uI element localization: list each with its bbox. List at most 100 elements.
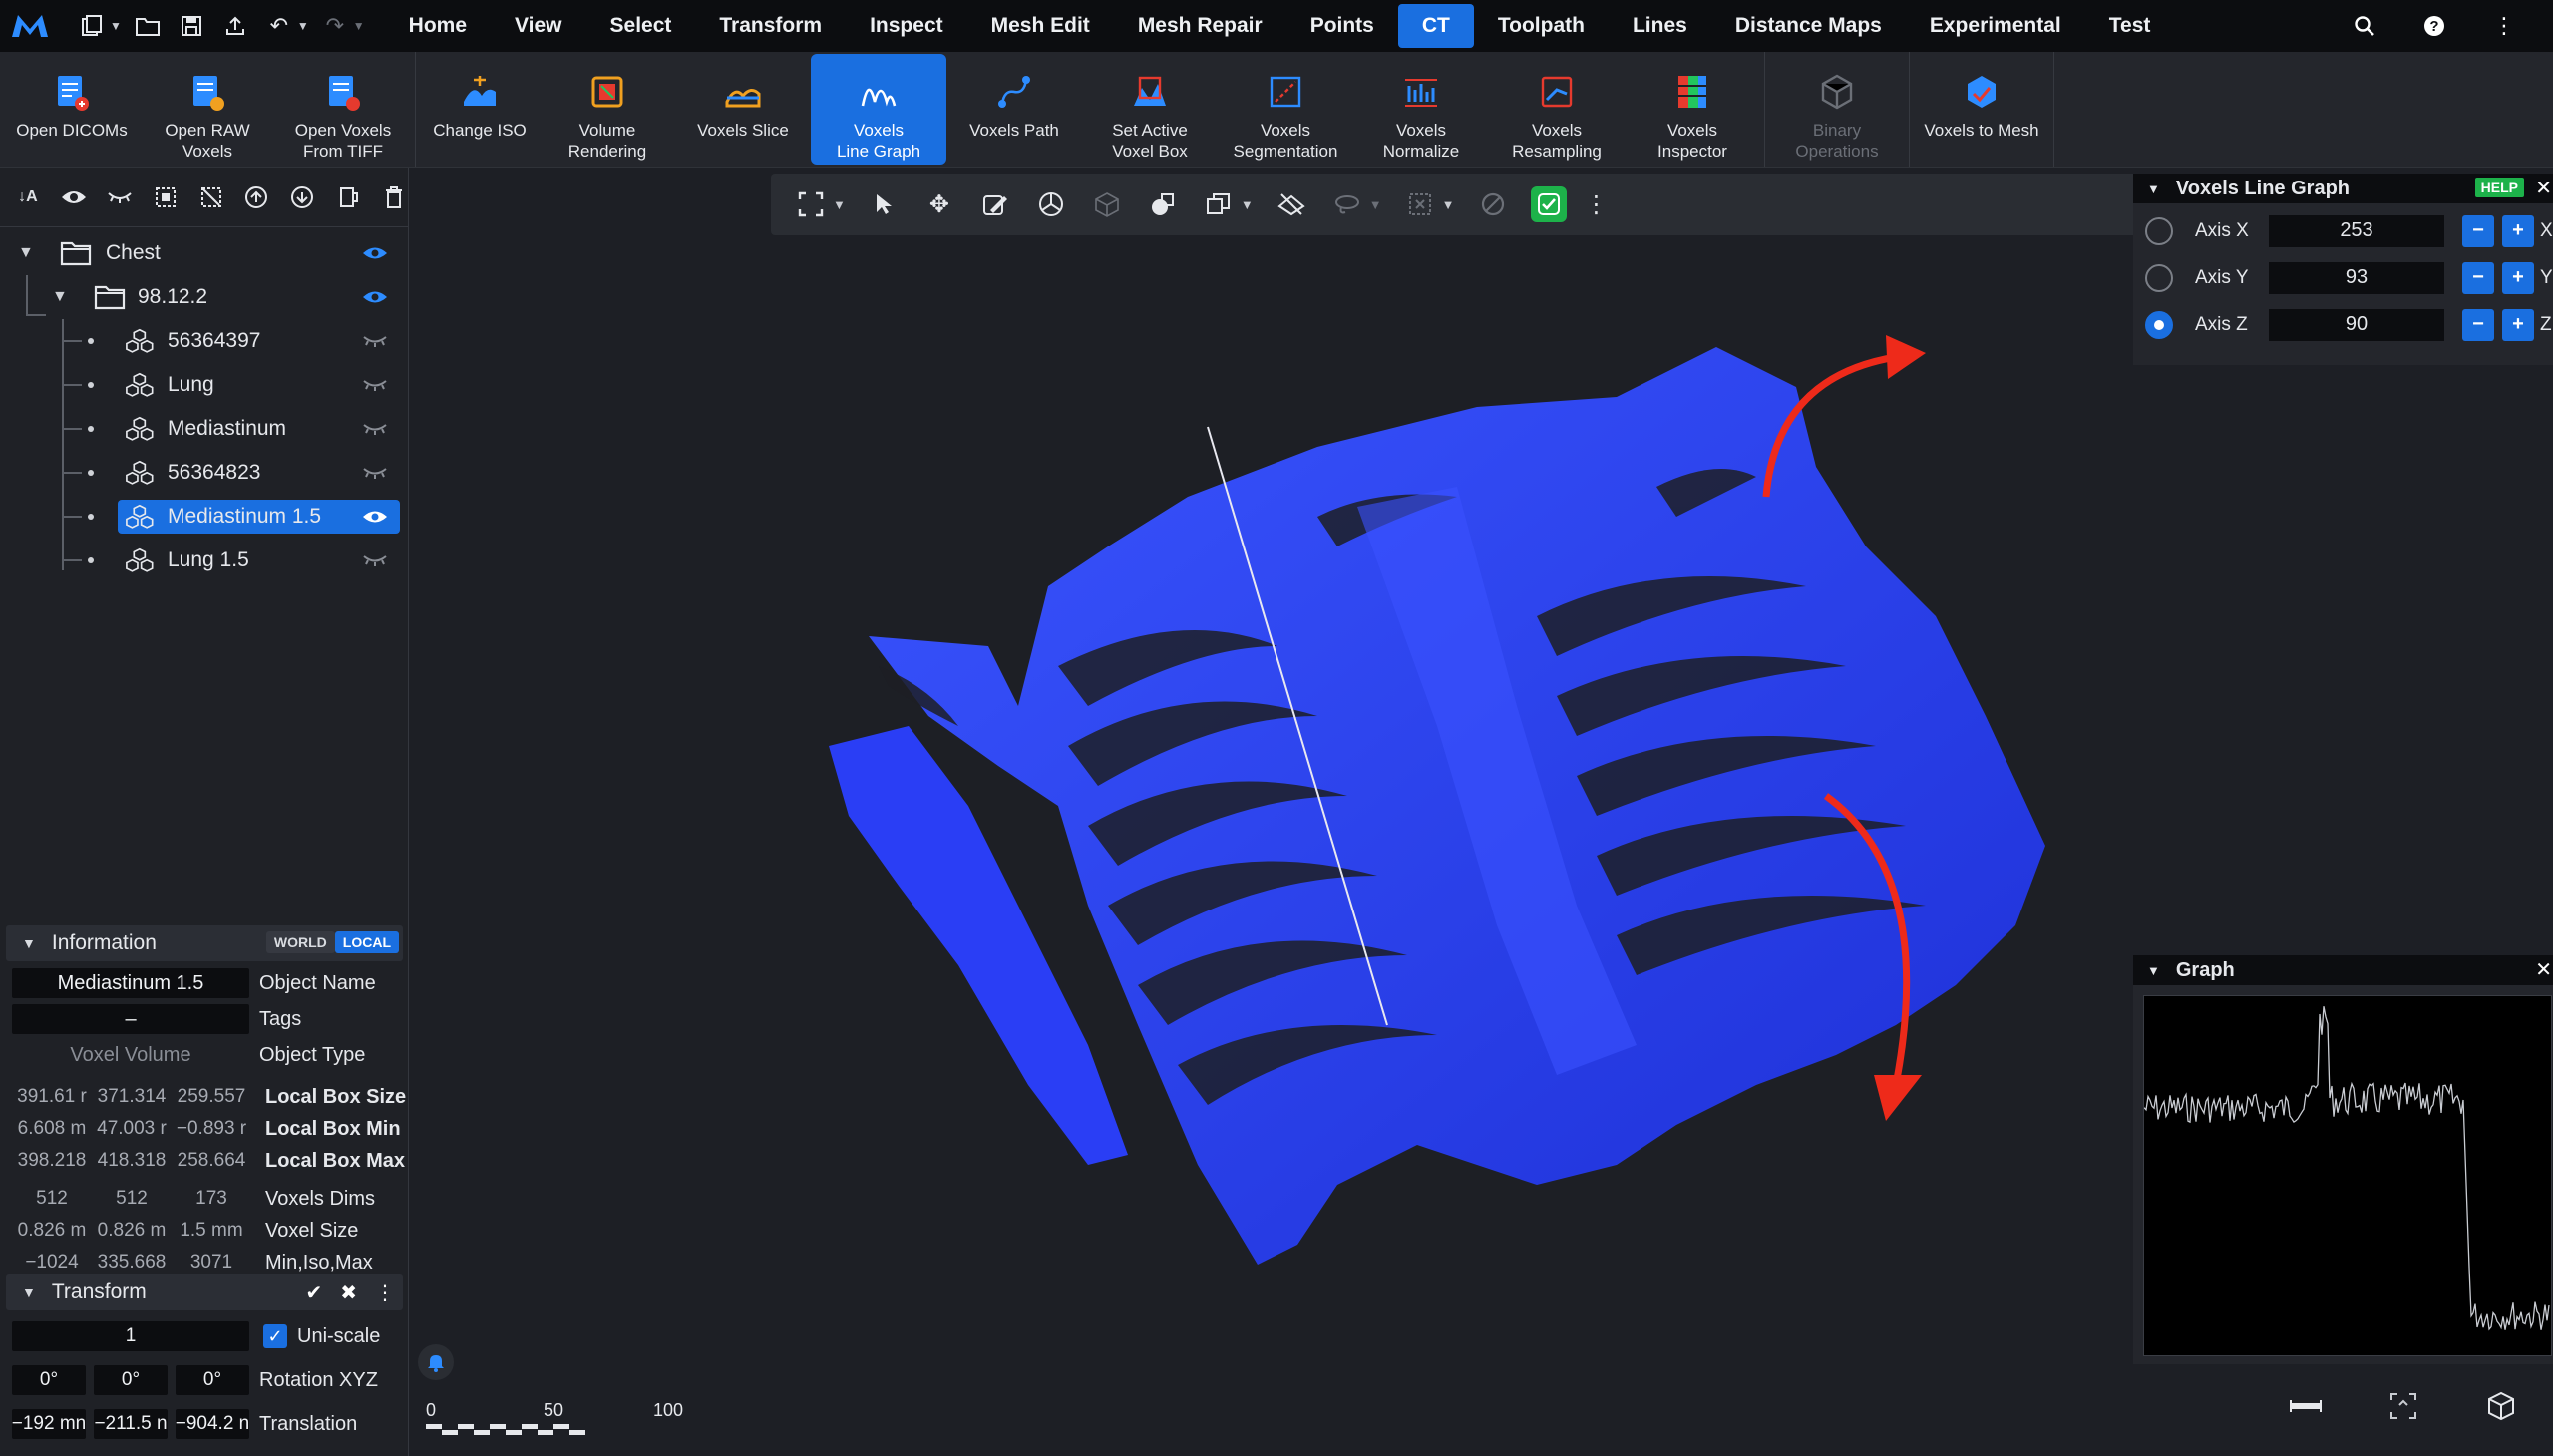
- graph-header[interactable]: ▼ Graph ✕: [2133, 955, 2553, 985]
- tree-item-folder[interactable]: ▼ 98.12.2: [0, 275, 408, 319]
- rotation-z-input[interactable]: 0°: [176, 1365, 249, 1395]
- tree-item[interactable]: Mediastinum 1.5: [0, 495, 408, 539]
- chevron-down-icon[interactable]: ▼: [2147, 182, 2160, 196]
- tab-inspect[interactable]: Inspect: [846, 4, 967, 48]
- object-name-field[interactable]: Mediastinum 1.5: [12, 968, 249, 998]
- decrement-button[interactable]: −: [2462, 308, 2494, 341]
- new-file-icon[interactable]: [74, 8, 110, 44]
- help-button[interactable]: HELP: [2474, 178, 2524, 197]
- tab-test[interactable]: Test: [2085, 4, 2175, 48]
- voxels-line-graph-header[interactable]: ▼ Voxels Line Graph HELP ✕: [2133, 174, 2553, 203]
- lasso-icon[interactable]: [1329, 186, 1365, 222]
- tab-points[interactable]: Points: [1286, 4, 1398, 48]
- translation-z-input[interactable]: −904.2 n: [176, 1409, 249, 1439]
- move-up-icon[interactable]: [242, 182, 270, 212]
- select-cursor-icon[interactable]: [866, 186, 902, 222]
- segmentation-button[interactable]: Voxels Segmentation: [1218, 54, 1353, 165]
- axis-radio[interactable]: [2145, 263, 2173, 292]
- tree-item-chest[interactable]: ▼ Chest: [0, 231, 408, 275]
- deselect-icon[interactable]: [197, 182, 225, 212]
- tab-view[interactable]: View: [491, 4, 585, 48]
- tree-item[interactable]: Lung: [0, 363, 408, 407]
- delete-icon[interactable]: [380, 182, 408, 212]
- search-icon[interactable]: [2350, 11, 2379, 41]
- tab-toolpath[interactable]: Toolpath: [1474, 4, 1609, 48]
- tab-lines[interactable]: Lines: [1609, 4, 1711, 48]
- voxels-to-mesh-button[interactable]: Voxels to Mesh: [1914, 54, 2049, 165]
- hide-icon[interactable]: [106, 182, 134, 212]
- open-folder-icon[interactable]: [130, 8, 166, 44]
- close-icon[interactable]: ✕: [2535, 957, 2552, 982]
- select-all-icon[interactable]: [152, 182, 180, 212]
- open-tiff-button[interactable]: Open Voxels From TIFF: [275, 54, 411, 165]
- show-icon[interactable]: [60, 182, 88, 212]
- rotation-x-input[interactable]: 0°: [12, 1365, 86, 1395]
- tree-item[interactable]: 56364397: [0, 319, 408, 363]
- chevron-down-icon[interactable]: ▼: [1369, 197, 1382, 212]
- open-dicoms-button[interactable]: Open DICOMs: [4, 54, 140, 165]
- notifications-button[interactable]: [418, 1344, 454, 1380]
- translation-y-input[interactable]: −211.5 n: [94, 1409, 168, 1439]
- axis-radio[interactable]: [2145, 310, 2173, 339]
- chevron-down-icon[interactable]: ▼: [1241, 197, 1254, 212]
- decrement-button[interactable]: −: [2462, 214, 2494, 247]
- export-icon[interactable]: [217, 8, 253, 44]
- tree-item[interactable]: 56364823: [0, 451, 408, 495]
- move-down-icon[interactable]: [288, 182, 316, 212]
- view-cube-icon[interactable]: [2483, 1388, 2519, 1424]
- more-icon[interactable]: ⋮: [375, 1280, 395, 1305]
- axis-value-input[interactable]: 90: [2269, 308, 2444, 341]
- open-raw-voxels-button[interactable]: Open RAW Voxels: [140, 54, 275, 165]
- no-entry-icon[interactable]: [1475, 186, 1511, 222]
- inspector-button[interactable]: Voxels Inspector: [1625, 54, 1760, 165]
- chevron-down-icon[interactable]: ▼: [2147, 963, 2160, 978]
- clone-icon[interactable]: [1201, 186, 1237, 222]
- voxels-path-button[interactable]: Voxels Path: [946, 54, 1082, 165]
- tab-mesh-edit[interactable]: Mesh Edit: [967, 4, 1114, 48]
- chevron-down-icon[interactable]: ▼: [1442, 197, 1455, 212]
- measure-icon[interactable]: [2288, 1388, 2324, 1424]
- chevron-down-icon[interactable]: ▼: [110, 19, 122, 33]
- close-icon[interactable]: ✖: [340, 1280, 357, 1305]
- eye-icon[interactable]: [360, 507, 390, 527]
- graph-canvas[interactable]: [2143, 995, 2552, 1356]
- chevron-down-icon[interactable]: ▼: [297, 19, 309, 33]
- accept-icon[interactable]: [1530, 186, 1567, 222]
- more-icon[interactable]: ⋮: [1579, 186, 1615, 222]
- increment-button[interactable]: +: [2502, 261, 2534, 294]
- axis-value-input[interactable]: 253: [2269, 214, 2444, 247]
- voxels-slice-button[interactable]: Voxels Slice: [675, 54, 811, 165]
- fit-selection-icon[interactable]: [2385, 1388, 2421, 1424]
- eye-closed-icon[interactable]: [360, 375, 390, 395]
- shapes-icon[interactable]: [1145, 186, 1181, 222]
- redo-icon[interactable]: ↷: [317, 8, 353, 44]
- line-graph-button[interactable]: Voxels Line Graph: [811, 54, 946, 165]
- help-icon[interactable]: ?: [2419, 11, 2449, 41]
- more-icon[interactable]: ⋮: [2489, 11, 2519, 41]
- increment-button[interactable]: +: [2502, 308, 2534, 341]
- tree-item[interactable]: Lung 1.5: [0, 539, 408, 582]
- chevron-down-icon[interactable]: ▼: [833, 197, 846, 212]
- tab-experimental[interactable]: Experimental: [1906, 4, 2085, 48]
- eye-closed-icon[interactable]: [360, 550, 390, 570]
- box-deselect-icon[interactable]: [1402, 186, 1438, 222]
- undo-icon[interactable]: ↶: [261, 8, 297, 44]
- move-icon[interactable]: ✥: [921, 186, 957, 222]
- ungroup-icon[interactable]: [334, 182, 362, 212]
- sort-icon[interactable]: ↓A: [14, 182, 42, 212]
- change-iso-button[interactable]: Change ISO: [420, 54, 540, 165]
- tags-field[interactable]: –: [12, 1004, 249, 1034]
- tab-home[interactable]: Home: [385, 4, 491, 48]
- chevron-down-icon[interactable]: ▼: [353, 19, 365, 33]
- eye-icon[interactable]: [360, 287, 390, 307]
- chevron-down-icon[interactable]: ▼: [22, 935, 36, 951]
- world-toggle[interactable]: WORLD: [265, 931, 335, 953]
- axis-radio[interactable]: [2145, 216, 2173, 245]
- tab-transform[interactable]: Transform: [695, 4, 846, 48]
- close-icon[interactable]: ✕: [2535, 176, 2552, 200]
- wireframe-icon[interactable]: [1089, 186, 1125, 222]
- resampling-button[interactable]: Voxels Resampling: [1489, 54, 1625, 165]
- tab-ct[interactable]: CT: [1397, 4, 1474, 48]
- axis-value-input[interactable]: 93: [2269, 261, 2444, 294]
- scale-input[interactable]: 1: [12, 1321, 249, 1351]
